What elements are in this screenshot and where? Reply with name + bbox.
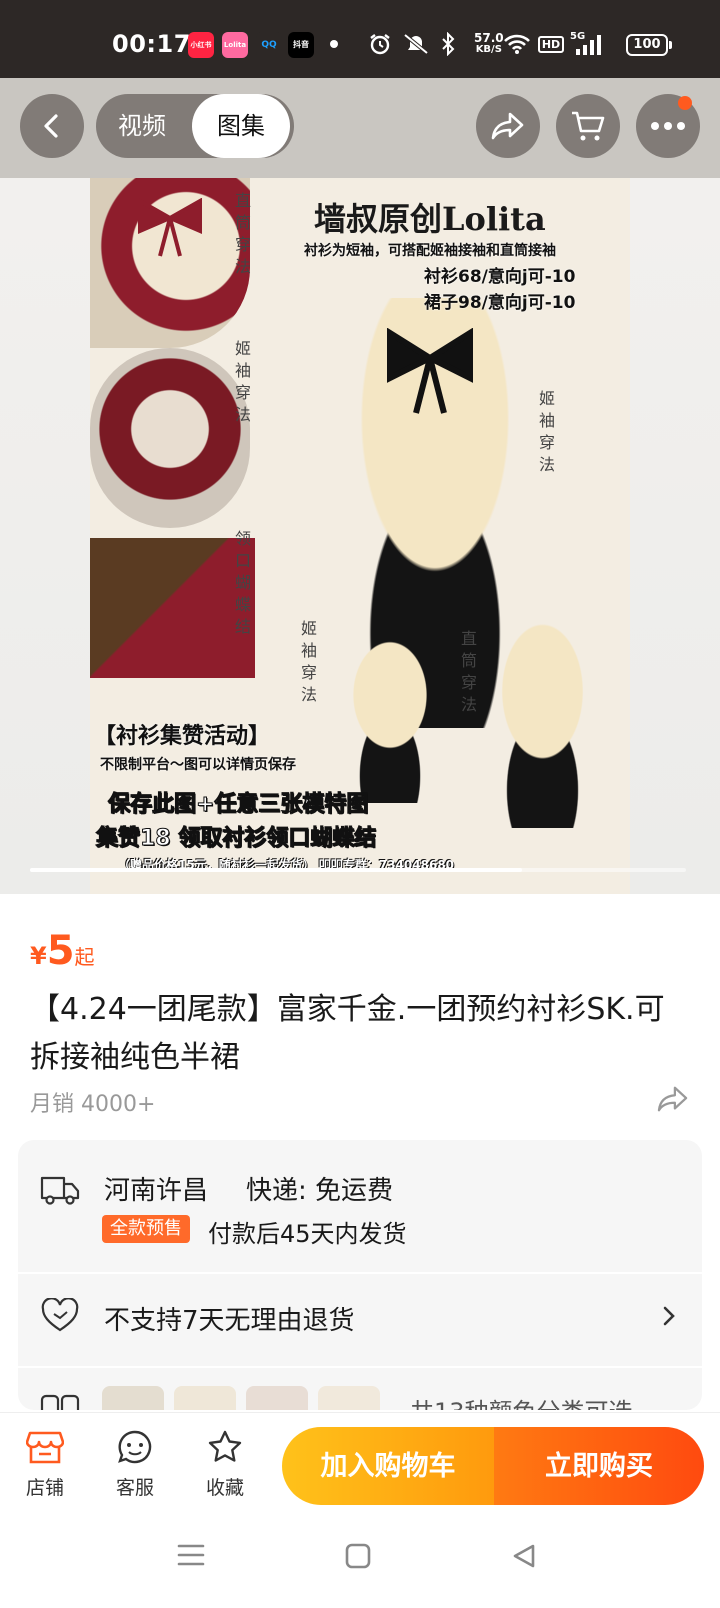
poster-line-3: 裙子98/意向j可-10 [424,293,576,313]
network-speed-value: 57.0 [474,31,504,45]
delivery-truck-icon [40,1172,80,1212]
favorite-label: 收藏 [205,1477,244,1499]
side-label-3: 领口蝴蝶结 [234,529,251,636]
share-product-button[interactable] [656,1084,690,1118]
side-label-4: 姬袖穿法 [538,389,555,474]
variant-thumbnail[interactable] [102,1386,164,1410]
mute-icon [400,30,432,58]
red-bow-graphic [138,198,202,257]
express-fee: 快递: 免运费 [246,1176,394,1206]
more-dots-icon [651,122,685,130]
hd-icon: HD [537,30,565,58]
variant-thumbnail[interactable] [318,1386,380,1410]
side-label-1: 直筒穿法 [234,191,251,276]
lolita-app-icon: Lolita [222,32,248,58]
variants-icon [40,1392,80,1410]
hd-label: HD [537,35,565,53]
side-label-2: 姬袖穿法 [234,339,251,424]
side-label-6: 直筒穿法 [460,629,477,714]
side-label-5: 姬袖穿法 [300,619,317,704]
qq-app-icon: QQ [256,32,282,58]
poster-line-2: 衬衫68/意向j可-10 [424,267,576,287]
alarm-icon [366,30,394,58]
product-title: 【4.24一团尾款】富家千金.一团预约衬衫SK.可拆接袖纯色半裙 [30,992,665,1075]
photo-mid-left [90,348,250,528]
more-options-button[interactable] [636,94,700,158]
share-icon [491,112,524,140]
tab-video[interactable]: 视频 [96,94,188,158]
home-square-icon [345,1543,371,1569]
monthly-sales: 月销 4000+ [30,1092,156,1117]
presale-badge: 全款预售 [102,1215,190,1243]
cart-icon [572,111,605,141]
promo-subtitle: 不限制平台～图可以详情页保存 [100,757,296,773]
service-label: 客服 [115,1477,154,1499]
price: ¥5起 [30,928,95,974]
cart-button[interactable] [556,94,620,158]
buy-now-button[interactable]: 立即购买 [494,1427,704,1505]
gallery-progress-bar [30,868,686,872]
currency-symbol: ¥ [30,942,47,970]
notification-badge [678,96,692,110]
douyin-app-icon: 抖音 [288,32,314,58]
photo-model-small-1 [315,623,465,803]
ship-from-location: 河南许昌 [104,1176,209,1206]
promo-line-1: 保存此图+任意三张模特图 [107,792,369,818]
signal-icon: 5G [570,30,604,58]
bluetooth-icon [438,30,458,58]
media-tab-switch: 视频 图集 [96,94,294,158]
heart-return-icon [40,1297,80,1338]
star-icon [208,1430,242,1462]
promo-title: 【衬衫集赞活动】 [94,718,271,750]
status-time: 00:17 [112,30,191,58]
notification-dot-icon [328,30,340,58]
delivery-time: 付款后45天内发货 [208,1220,407,1248]
customer-service-button[interactable]: 客服 [100,1429,170,1500]
tab-gallery[interactable]: 图集 [192,94,290,158]
back-arrow-icon [44,114,58,138]
menu-icon [177,1544,205,1566]
gallery-progress-fill [30,868,522,872]
store-button[interactable]: 店铺 [10,1429,80,1500]
price-suffix: 起 [74,945,95,969]
back-triangle-icon [513,1544,535,1568]
divider [18,1272,702,1274]
variant-thumbnail[interactable] [246,1386,308,1410]
product-poster-image: 墙叔原创Lolita 衬衫为短袖，可搭配姬袖接袖和直筒接袖 衬衫68/意向j可-… [90,178,630,894]
add-to-cart-button[interactable]: 加入购物车 [282,1427,494,1505]
status-bar: 00:17 小红书 Lolita QQ 抖音 57.0 KB/S HD 5G 1… [0,0,720,78]
share-button[interactable] [476,94,540,158]
wifi-icon [502,30,532,58]
product-image-gallery[interactable]: 墙叔原创Lolita 衬衫为短袖，可搭配姬袖接袖和直筒接袖 衬衫68/意向j可-… [0,178,720,894]
price-value: 5 [46,928,75,974]
system-nav-bar [0,1512,720,1608]
back-button[interactable] [20,94,84,158]
favorite-button[interactable]: 收藏 [190,1429,260,1500]
poster-title: 墙叔原创Lolita [314,200,546,238]
back-nav-button[interactable] [510,1542,538,1574]
store-label: 店铺 [25,1477,64,1499]
network-speed-unit: KB/S [475,44,502,55]
variants-count[interactable]: 共13种颜色分类可选 [410,1392,633,1410]
share-icon [657,1086,688,1112]
black-bow-graphic [387,328,473,414]
variant-thumbnail[interactable] [174,1386,236,1410]
xiaohongshu-app-icon: 小红书 [188,32,214,58]
battery-indicator: 100 [626,34,672,56]
store-icon [25,1431,65,1464]
promo-line-2: 集赞18 领取衬衫领口蝴蝶结 [95,826,377,852]
chat-service-icon [118,1430,152,1464]
photo-model-small-2 [460,618,625,828]
chevron-right-icon[interactable] [660,1304,678,1332]
shipping-info-card: 河南许昌 快递: 免运费 全款预售 付款后45天内发货 不支持7天无理由退货 共… [18,1140,702,1410]
divider [18,1366,702,1368]
home-button[interactable] [344,1542,372,1574]
photo-bow-left [90,538,255,678]
poster-line-1: 衬衫为短袖，可搭配姬袖接袖和直筒接袖 [304,243,556,259]
top-nav: 视频 图集 [0,78,720,178]
recent-apps-button[interactable] [176,1542,206,1572]
network-speed: 57.0 KB/S [474,32,504,56]
bottom-action-bar: 店铺 客服 收藏 加入购物车 立即购买 [0,1412,720,1512]
return-policy[interactable]: 不支持7天无理由退货 [104,1300,355,1337]
